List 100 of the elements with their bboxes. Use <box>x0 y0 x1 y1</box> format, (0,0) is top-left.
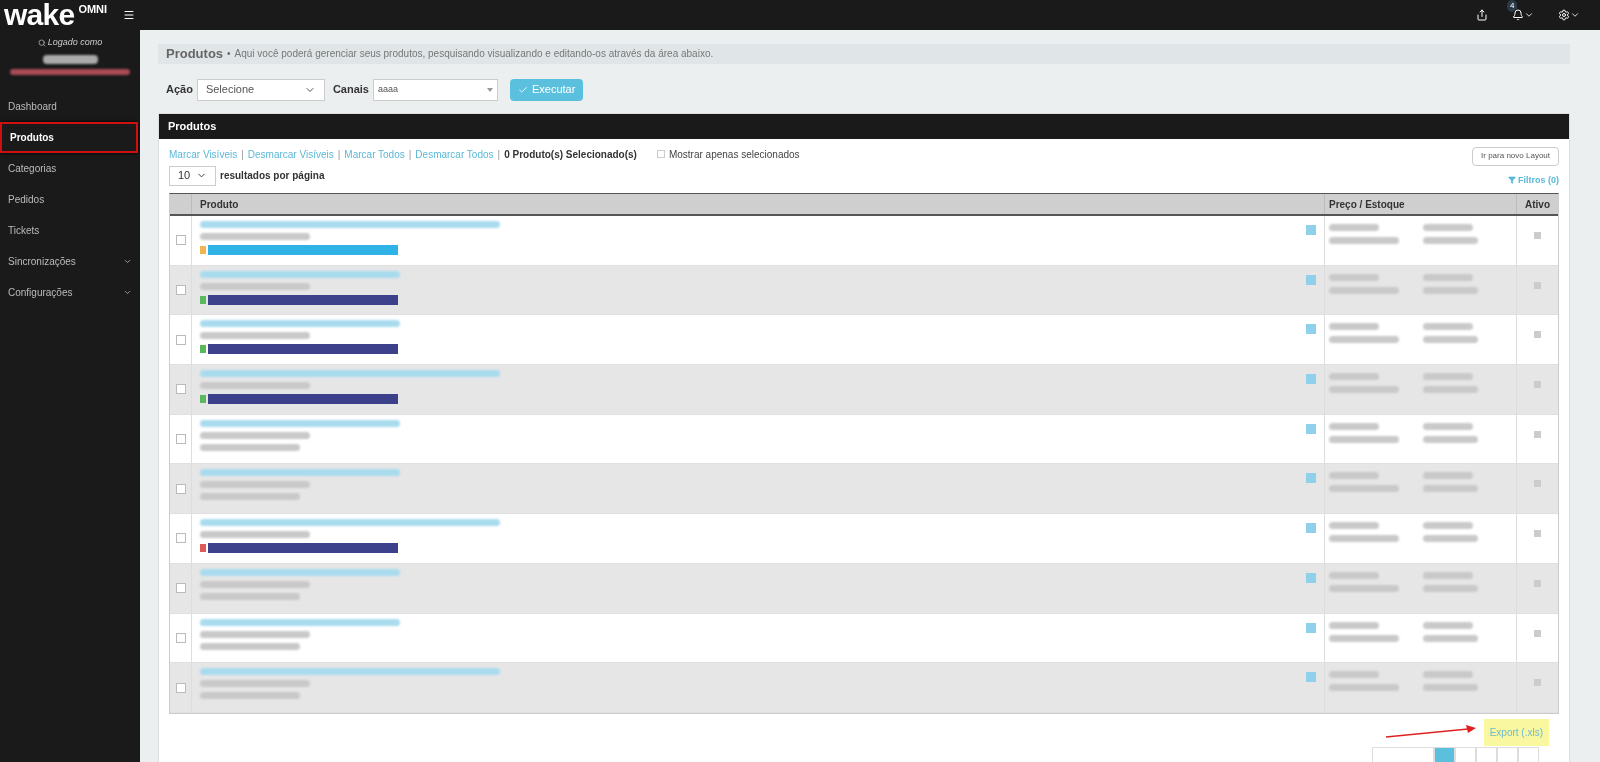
pagination-item[interactable] <box>1497 746 1518 762</box>
redacted-icon <box>1306 324 1316 335</box>
redacted-icon <box>1306 672 1316 683</box>
row-checkbox[interactable] <box>175 533 186 544</box>
redacted-text <box>1329 386 1399 394</box>
redacted-icon <box>1306 473 1316 484</box>
redacted-text <box>1329 571 1379 579</box>
redacted-text <box>1423 224 1473 231</box>
redacted-text <box>1423 571 1473 579</box>
caret-icon <box>487 87 493 92</box>
caret-icon[interactable] <box>1570 10 1580 20</box>
action-label: Ação <box>166 82 193 98</box>
sidebar-item[interactable]: Categorias <box>0 152 140 184</box>
redacted-text <box>1329 684 1399 692</box>
pagination-item[interactable] <box>1455 746 1476 762</box>
new-layout-button[interactable]: Ir para novo Layout <box>1472 146 1559 166</box>
sidebar-item[interactable]: Produtos <box>0 121 138 153</box>
page-size-select[interactable]: 10 <box>169 165 216 186</box>
redacted-text <box>1329 336 1399 344</box>
redacted-text <box>1329 522 1379 530</box>
pagination-item[interactable] <box>1476 746 1497 762</box>
redacted-icon <box>1534 629 1541 637</box>
sidebar-item[interactable]: Dashboard <box>0 90 140 122</box>
redacted-text <box>1423 584 1478 592</box>
checkbox-label: Mostrar apenas selecionados <box>668 147 800 162</box>
logo: wake <box>4 1 75 29</box>
row-checkbox[interactable] <box>175 285 186 296</box>
redacted-icon <box>1534 232 1541 239</box>
row-checkbox[interactable] <box>175 434 186 445</box>
column-header: Ativo <box>1524 197 1551 212</box>
redacted-text <box>1329 472 1379 480</box>
redacted-icon <box>1534 331 1541 339</box>
pagination-item[interactable] <box>1372 746 1434 762</box>
redacted-text <box>1423 373 1473 381</box>
redacted-icon <box>1534 480 1541 488</box>
row-checkbox[interactable] <box>175 384 186 395</box>
redacted-text <box>1329 273 1379 281</box>
redacted-text <box>1329 584 1399 592</box>
action-select[interactable]: Selecione <box>196 78 325 101</box>
redacted-text <box>1423 336 1478 344</box>
redacted-text <box>1329 323 1379 331</box>
filter-icon <box>1508 176 1516 185</box>
page-size-label: resultados por página <box>220 169 325 183</box>
row-checkbox[interactable] <box>175 632 186 643</box>
column-header: Produto <box>192 194 1325 214</box>
panel-title: Produtos <box>159 113 1569 139</box>
pagination-item[interactable] <box>1434 746 1455 762</box>
redacted-text <box>1329 224 1379 231</box>
redacted-icon <box>1534 381 1541 389</box>
separator: | <box>408 147 412 162</box>
row-checkbox[interactable] <box>175 682 186 693</box>
bell-icon[interactable] <box>1512 9 1524 21</box>
checkbox[interactable] <box>656 150 665 158</box>
row-checkbox[interactable] <box>175 583 186 594</box>
pagination-item[interactable] <box>1518 746 1539 762</box>
redacted-text <box>1423 684 1478 692</box>
channels-select[interactable]: aaaa <box>373 78 498 101</box>
redacted-text <box>1423 386 1478 394</box>
redacted-text <box>1423 323 1473 331</box>
column-header: Preço / Estoque <box>1325 194 1517 214</box>
redacted-icon <box>1306 374 1316 385</box>
redacted-icon <box>1306 622 1316 633</box>
channels-label: Canais <box>332 82 369 98</box>
share-icon[interactable] <box>1476 9 1488 21</box>
notification-badge: 4 <box>1507 0 1518 12</box>
redacted-text <box>1329 621 1379 629</box>
sidebar-item[interactable]: Sincronizações <box>0 245 140 277</box>
redacted-text <box>1329 286 1399 294</box>
redacted-text <box>1329 435 1399 443</box>
settings-icon[interactable] <box>1558 9 1570 21</box>
redacted-text <box>1329 671 1379 679</box>
redacted-text <box>1423 435 1478 443</box>
separator: | <box>337 147 341 162</box>
redacted-icon <box>1306 423 1316 434</box>
menu-icon[interactable] <box>123 9 136 21</box>
sidebar-item[interactable]: Pedidos <box>0 183 140 215</box>
redacted-icon <box>1306 572 1316 583</box>
redacted-text <box>1423 671 1473 679</box>
row-checkbox[interactable] <box>175 483 186 494</box>
redacted-icon <box>1306 523 1316 534</box>
page-title: Produtos <box>166 45 224 63</box>
sidebar-item[interactable]: Configurações <box>0 276 140 308</box>
redacted-text <box>1423 634 1478 642</box>
redacted-icon <box>1306 225 1316 235</box>
redacted-icon <box>1534 579 1541 587</box>
caret-icon[interactable] <box>1524 10 1534 20</box>
selected-count: 0 Produto(s) Selecionado(s) <box>504 147 637 162</box>
redacted-text <box>1329 485 1399 493</box>
row-checkbox[interactable] <box>175 235 186 246</box>
sidebar-item[interactable]: Tickets <box>0 214 140 246</box>
row-checkbox[interactable] <box>175 334 186 345</box>
redacted-text <box>1423 522 1473 530</box>
check-icon <box>518 84 528 95</box>
separator: | <box>241 147 244 162</box>
logo-suffix: OMNI <box>78 2 108 17</box>
search-icon <box>37 38 46 47</box>
redacted-text <box>1329 373 1379 381</box>
redacted-icon <box>1534 430 1541 438</box>
redacted-icon <box>1306 274 1316 285</box>
redacted-text <box>1329 634 1399 642</box>
